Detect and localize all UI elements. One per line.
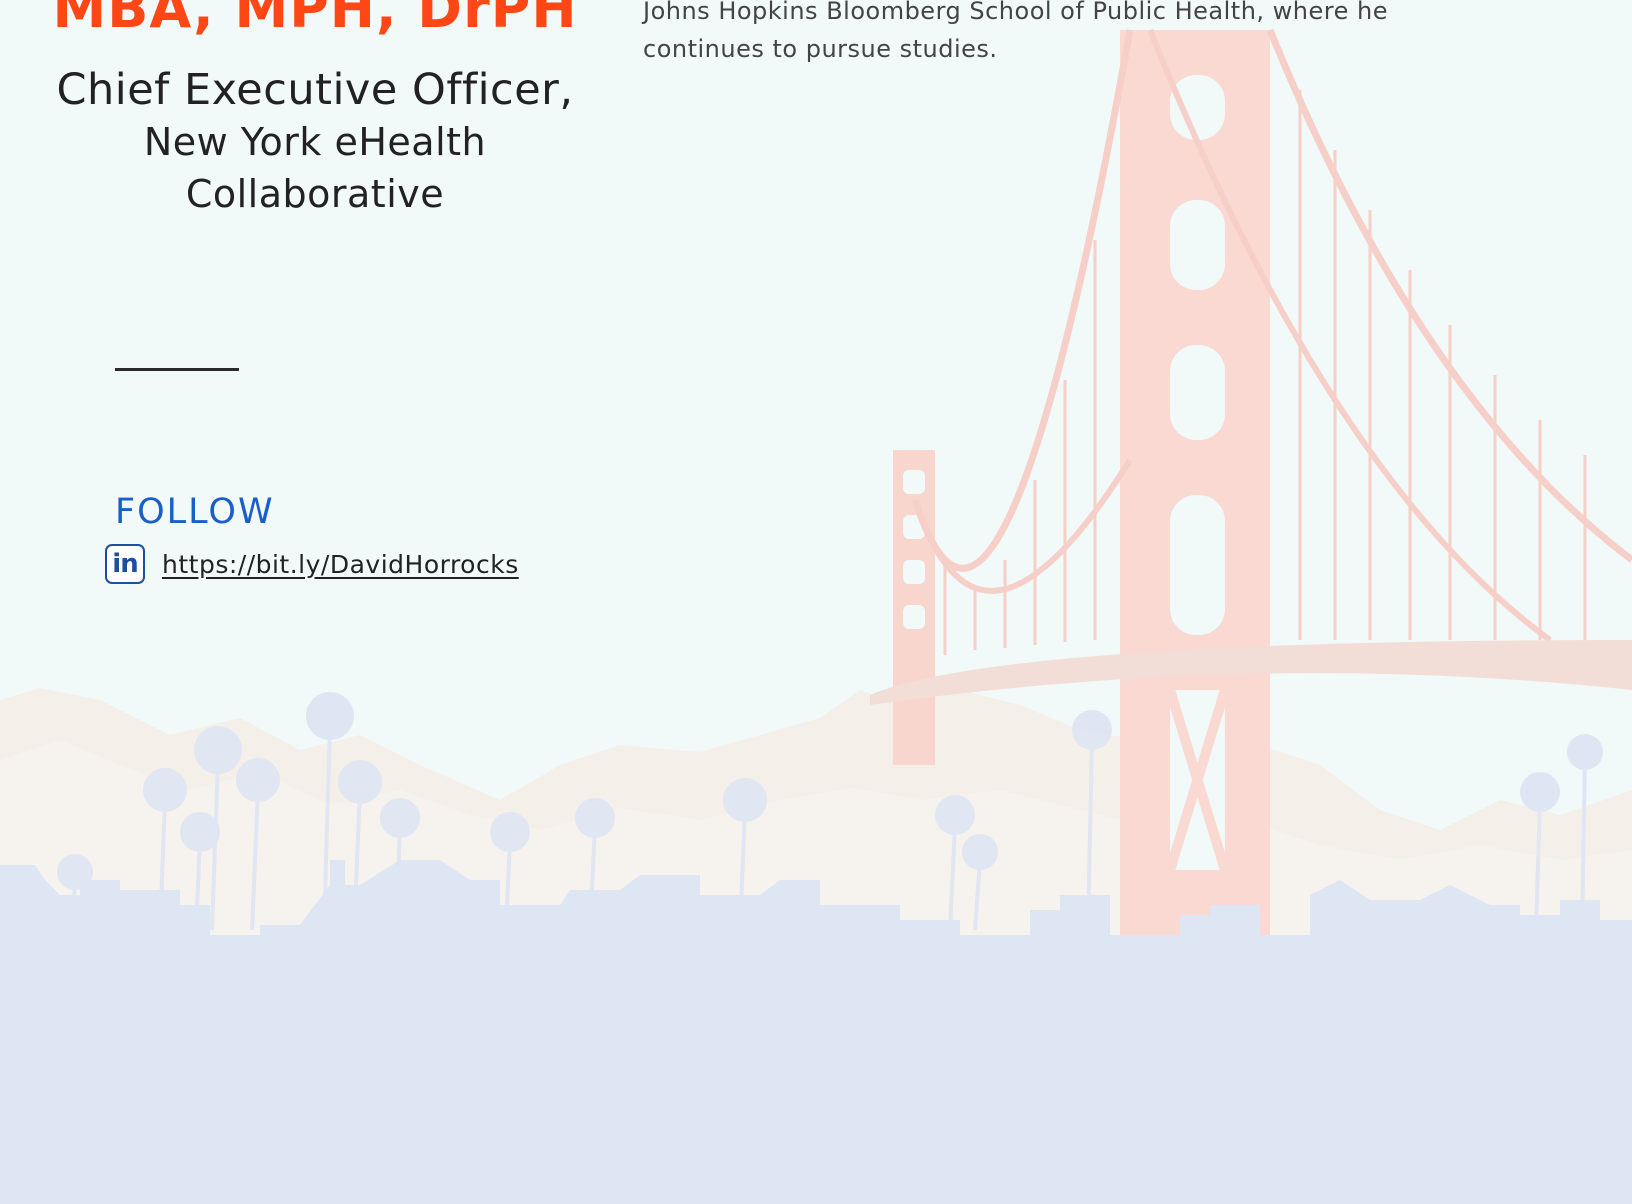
- linkedin-icon[interactable]: in: [105, 544, 145, 584]
- linkedin-link-row[interactable]: in https://bit.ly/DavidHorrocks: [105, 542, 519, 586]
- profile-content: MBA, MPH, DrPH Chief Executive Officer, …: [0, 0, 1632, 1204]
- linkedin-profile-link[interactable]: https://bit.ly/DavidHorrocks: [162, 550, 519, 579]
- bio-line: continues to pursue studies.: [643, 35, 998, 63]
- bio-line: Johns Hopkins Bloomberg School of Public…: [643, 0, 1388, 25]
- section-divider: [115, 368, 239, 371]
- linkedin-icon-glyph: in: [112, 549, 138, 579]
- speaker-credentials: MBA, MPH, DrPH: [52, 0, 578, 40]
- speaker-organization: New York eHealth Collaborative: [143, 120, 487, 216]
- speaker-job-title: Chief Executive Officer,: [56, 65, 574, 115]
- follow-heading: FOLLOW: [115, 492, 275, 532]
- speaker-bio: Johns Hopkins Bloomberg School of Public…: [643, 0, 1483, 68]
- speaker-profile-page: MBA, MPH, DrPH Chief Executive Officer, …: [0, 0, 1632, 1204]
